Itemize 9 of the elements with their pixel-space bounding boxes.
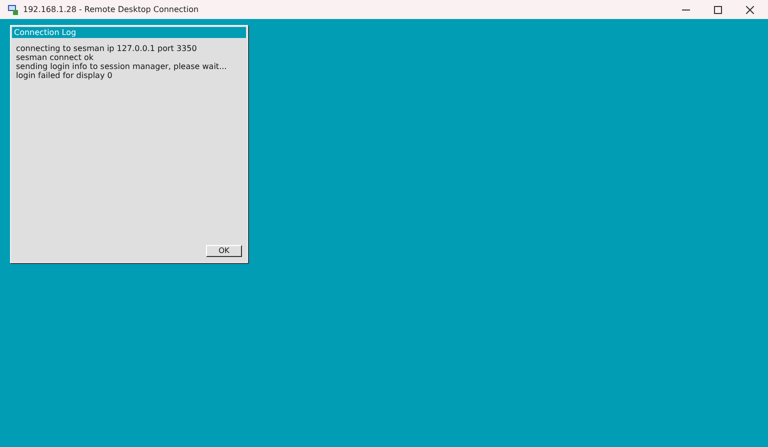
remote-desktop-icon (8, 4, 18, 14)
log-line: connecting to sesman ip 127.0.0.1 port 3350 (16, 44, 198, 53)
maximize-icon (714, 6, 722, 14)
log-line: login failed for display 0 (16, 71, 114, 80)
close-icon (746, 6, 754, 14)
log-line: sesman connect ok (16, 53, 95, 62)
window-title: 192.168.1.28 - Remote Desktop Connection (23, 5, 200, 14)
log-line: sending login info to session manager, please wait... (16, 62, 228, 71)
dialog-title: Connection Log (12, 27, 246, 38)
